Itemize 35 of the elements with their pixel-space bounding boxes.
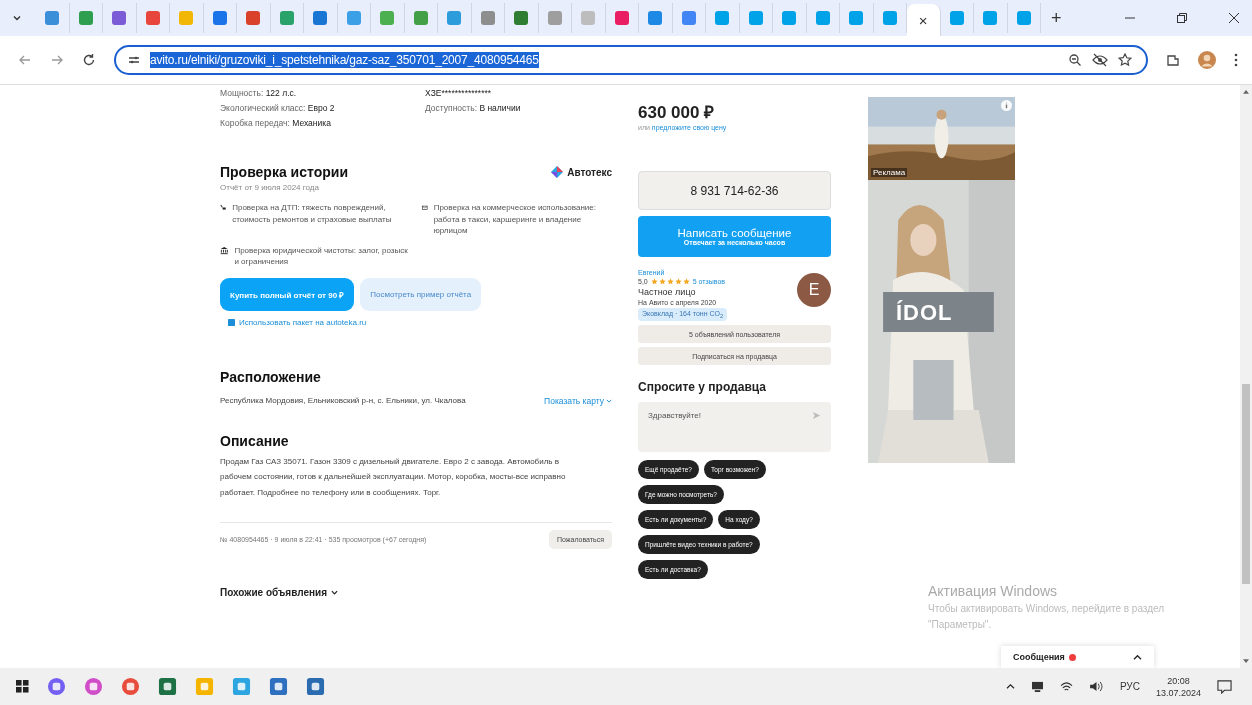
seller-avatar[interactable]: E — [797, 273, 831, 307]
check-description: Проверка на ДТП: тяжесть повреждений, стоимость ремонтов и страховые выплаты — [232, 202, 393, 226]
message-field[interactable]: Здравствуйте! — [638, 402, 831, 453]
spec-text: Экологический класс: Евро 2 — [220, 103, 336, 113]
price: 630 000 ₽ — [638, 102, 716, 123]
spec-text: Коробка передач: Механика — [220, 118, 332, 128]
seller-type: Частное лицо — [638, 287, 697, 297]
clock[interactable]: 20:08 13.07.2024 — [1155, 675, 1201, 698]
report-date: Отчёт от 9 июля 2024 года — [220, 183, 320, 192]
check-description: Проверка на коммерческое использование: работа в такси, каршеринге и владение юрлицом — [433, 202, 597, 237]
section-title: Расположение — [220, 368, 322, 385]
address-bar[interactable]: avito.ru/elniki/gruzoviki_i_spetstehnika/gaz-saz_350701_2007_4080954465 — [114, 45, 1148, 75]
messages-label: Сообщения — [1013, 652, 1065, 662]
brand-name: Автотекс — [567, 166, 612, 178]
similar-listings-title[interactable]: Похожие объявления — [220, 586, 327, 598]
browser-tab[interactable]: × — [907, 4, 941, 36]
check-description: Проверка юридической чистоты: залог, розыск и ограничения — [234, 244, 409, 268]
address-text: Республика Мордовия, Ельниковский р-н, с. Ельники, ул. Чкалова — [220, 394, 467, 407]
activation-title: Активация Windows — [928, 583, 1059, 599]
activation-text: Чтобы активировать Windows, перейдите в раздел "Параметры". — [928, 602, 1166, 632]
phone-button[interactable]: 8 931 714-62-36 — [638, 171, 831, 210]
spec-text: Мощность: 122 л.с. — [220, 88, 298, 98]
description-text: Продам Газ САЗ 35071. Газон 3309 с дизельный двигателе. Евро 2 с завода. Автомобиль в рабочем состоянии, готов к дальнейшей эксплуатации. Мотор, коробка, мосты-все исправно работает. Подробнее по телефону или в сообщениях. Торг. — [220, 456, 567, 499]
ad-brand-logo: ÍDOL — [896, 300, 953, 326]
spec-text: Доступность: В наличии — [425, 103, 522, 113]
show-map-link[interactable]: Показать карту — [544, 396, 612, 407]
language-indicator[interactable]: РУС — [1119, 681, 1140, 692]
section-title: Проверка истории — [220, 164, 348, 180]
url-text: avito.ru/elniki/gruzoviki_i_spetstehnika/gaz-saz_350701_2007_4080954465 — [150, 52, 539, 68]
spec-text: XЗЕ*************** — [425, 88, 493, 98]
new-tab-button[interactable]: + — [1041, 7, 1072, 29]
section-title: Спросите у продавца — [638, 380, 767, 395]
package-link[interactable]: Использовать пакет на autoteka.ru — [239, 317, 367, 327]
section-title: Описание — [220, 433, 290, 450]
messages-panel[interactable]: Сообщения — [1001, 646, 1154, 668]
